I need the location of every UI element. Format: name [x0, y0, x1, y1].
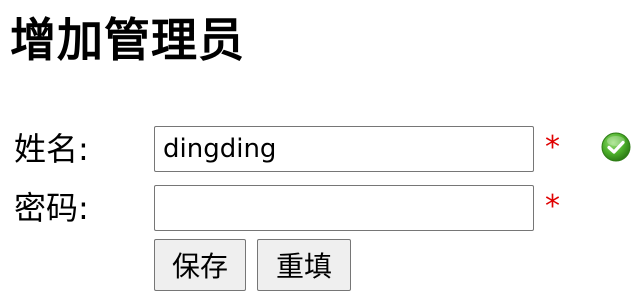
name-required-mark: *: [545, 130, 560, 165]
password-input[interactable]: [154, 185, 534, 231]
page-title: 增加管理员: [10, 13, 245, 67]
reset-button[interactable]: 重填: [257, 239, 351, 291]
password-row: 密码: *: [0, 185, 642, 231]
check-circle-icon: [601, 132, 631, 162]
password-required-mark: *: [545, 189, 560, 224]
password-label: 密码:: [14, 189, 89, 227]
form-actions: 保存 重填: [0, 239, 642, 291]
add-admin-page: 增加管理员 姓名: * 密码: * 保存 重: [0, 0, 642, 300]
name-row: 姓名: *: [0, 126, 642, 172]
name-label: 姓名:: [14, 130, 89, 168]
save-button[interactable]: 保存: [154, 239, 246, 291]
name-input[interactable]: [154, 126, 534, 172]
